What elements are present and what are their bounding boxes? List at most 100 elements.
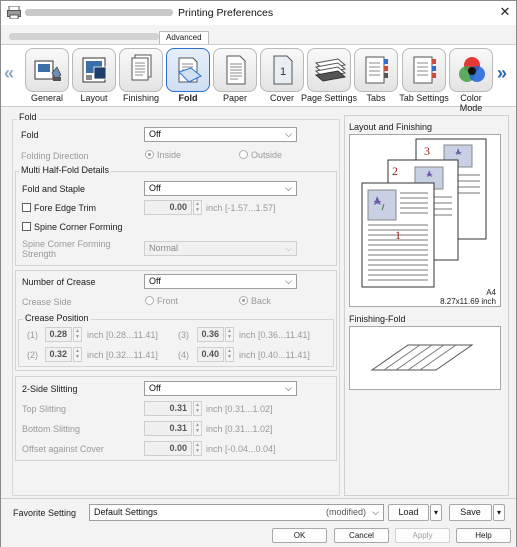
apply-button[interactable]: Apply [395,528,450,543]
ribbon-layout-button[interactable] [72,48,116,92]
ribbon-tabs-button[interactable] [354,48,398,92]
page-settings-icon [314,58,347,82]
outside-radio[interactable]: Outside [239,150,282,160]
two-side-slitting-select[interactable]: Off ⌵ [144,381,297,396]
two-side-slitting-label: 2-Side Slitting [22,384,78,394]
finishing-fold-title: Finishing-Fold [349,314,406,324]
color-mode-icon [459,57,485,82]
inside-radio-label: Inside [157,150,182,160]
crease-pos-3-input[interactable]: 0.36 [197,327,224,342]
chevron-down-icon: ⌵ [285,243,292,253]
cover-icon: 1 [273,55,293,85]
tab-redacted[interactable] [9,33,159,40]
ribbon-finishing-button[interactable] [119,48,163,92]
load-button[interactable]: Load [388,504,429,521]
crease-pos-2-input[interactable]: 0.32 [45,347,72,362]
bottom-slitting-input[interactable]: 0.31 [144,421,192,436]
save-button[interactable]: Save [449,504,492,521]
help-button[interactable]: Help [456,528,511,543]
tab-settings-icon [413,56,436,84]
tabs-icon [365,56,388,84]
top-slitting-input[interactable]: 0.31 [144,401,192,416]
chevron-down-icon: ⌵ [285,183,292,193]
general-icon [34,60,62,81]
bottom-slitting-spinner[interactable]: ▲ ▼ [193,421,202,436]
inside-radio[interactable]: Inside [145,150,181,160]
crease-pos-1-input[interactable]: 0.28 [45,327,72,342]
spine-strength-select[interactable]: Normal ⌵ [144,241,297,256]
cover-number: 1 [280,66,286,78]
crease-pos-3-index: (3) [178,330,189,340]
number-of-crease-select[interactable]: Off ⌵ [144,274,297,289]
front-radio[interactable]: Front [145,296,178,306]
cancel-button[interactable]: Cancel [334,528,389,543]
fold-staple-select[interactable]: Off ⌵ [144,181,297,196]
spine-strength-label: Spine Corner Forming Strength [22,239,111,259]
ribbon-tab-settings-button[interactable] [402,48,446,92]
printer-app-icon [7,6,21,19]
crease-pos-2-range: inch [0.32...11.41] [87,350,158,360]
ribbon-general-button[interactable] [25,48,69,92]
offset-cover-range: inch [-0.04...0.04] [206,444,276,454]
printer-name-redacted [25,9,173,16]
number-of-crease-label: Number of Crease [22,277,96,287]
fore-edge-trim-input[interactable]: 0.00 [144,200,192,215]
two-side-slitting-value: Off [149,383,161,393]
crease-pos-4-input[interactable]: 0.40 [197,347,224,362]
fore-edge-trim-label: Fore Edge Trim [34,203,97,213]
front-radio-label: Front [157,296,179,306]
offset-cover-label: Offset against Cover [22,444,104,454]
back-radio[interactable]: Back [239,296,271,306]
fore-edge-trim-range: inch [-1.57...1.57] [206,203,276,213]
multi-half-fold-title: Multi Half-Fold Details [19,165,112,175]
save-dropdown-icon[interactable]: ▾ [493,504,505,521]
offset-cover-input[interactable]: 0.00 [144,441,192,456]
ribbon-fold-button[interactable] [166,48,210,92]
top-slitting-range: inch [0.31...1.02] [206,404,273,414]
ribbon-page-settings-button[interactable] [307,48,351,92]
close-icon[interactable]: ✕ [497,4,513,20]
top-slitting-spinner[interactable]: ▲ ▼ [193,401,202,416]
ok-button[interactable]: OK [272,528,327,543]
ribbon-paper-button[interactable] [213,48,257,92]
load-dropdown-icon[interactable]: ▾ [430,504,442,521]
fold-select[interactable]: Off ⌵ [144,127,297,142]
chevron-down-icon: ⌵ [285,129,292,139]
fore-edge-trim-spinner[interactable]: ▲ ▼ [193,200,202,215]
layout-finishing-title: Layout and Finishing [349,122,433,132]
number-of-crease-value: Off [149,276,161,286]
page-number-3: 3 [424,144,430,158]
finishing-icon [131,54,152,81]
paper-size-label: A4 [486,288,496,297]
crease-pos-2-spinner[interactable]: ▲ ▼ [73,347,82,362]
favorite-setting-select[interactable]: Default Settings (modified) ⌵ [89,504,384,521]
crease-pos-3-spinner[interactable]: ▲ ▼ [225,327,234,342]
crease-pos-3-range: inch [0.36...11.41] [239,330,310,340]
chevron-down-icon: ⌵ [285,383,292,393]
crease-pos-1-spinner[interactable]: ▲ ▼ [73,327,82,342]
spine-strength-select-value: Normal [149,243,179,253]
ribbon-next-icon[interactable]: » [497,63,507,84]
back-radio-label: Back [251,296,272,306]
ribbon-color-mode-label: Color Mode [459,93,483,113]
tab-advanced[interactable]: Advanced [159,31,209,44]
crease-pos-2-index: (2) [27,350,38,360]
ribbon-prev-icon[interactable]: « [4,63,14,84]
fold-illustration [370,344,474,371]
offset-cover-spinner[interactable]: ▲ ▼ [193,441,202,456]
favorite-modified-tag: (modified) [325,507,366,517]
spine-corner-checkbox[interactable]: Spine Corner Forming [22,222,123,232]
crease-pos-4-spinner[interactable]: ▲ ▼ [225,347,234,362]
function-ribbon: « General Layout Finishing Fold Paper 1 … [1,44,516,113]
fore-edge-trim-checkbox[interactable]: Fore Edge Trim [22,203,96,213]
ribbon-cover-button[interactable]: 1 [260,48,304,92]
fold-select-value: Off [149,129,161,139]
top-slitting-label: Top Slitting [22,404,67,414]
layout-preview: 3 2 1 A4 8.27x11.69 inch [349,134,501,307]
ribbon-color-mode-button[interactable] [449,48,493,92]
fold-staple-label: Fold and Staple [22,184,86,194]
paper-icon [226,55,246,85]
spine-corner-label: Spine Corner Forming [34,222,123,232]
crease-pos-4-index: (4) [178,350,189,360]
fold-staple-select-value: Off [149,183,161,193]
